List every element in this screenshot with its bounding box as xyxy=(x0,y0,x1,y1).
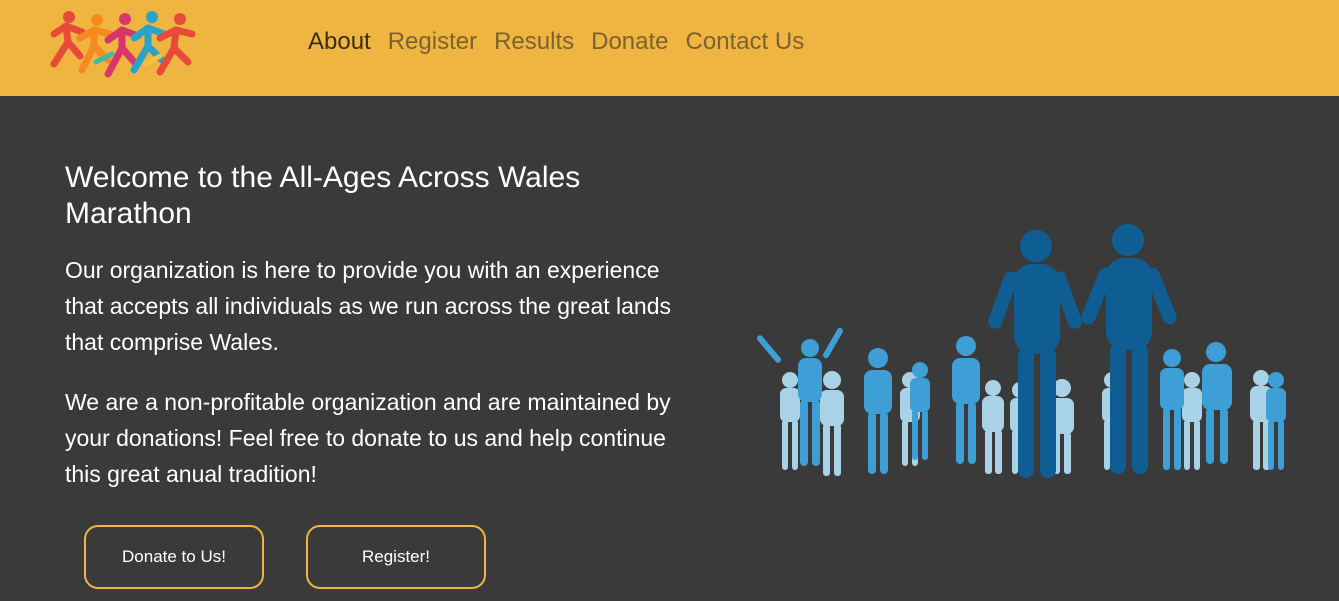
nav-register[interactable]: Register xyxy=(388,26,477,58)
nav-donate[interactable]: Donate xyxy=(591,26,668,58)
runners-crowd-icon xyxy=(757,224,1286,478)
donate-button[interactable]: Donate to Us! xyxy=(84,525,264,589)
nav-about[interactable]: About xyxy=(308,26,371,58)
page-title: Welcome to the All-Ages Across Wales Mar… xyxy=(65,161,581,230)
intro-paragraph: Our organization is here to provide you … xyxy=(65,257,671,355)
runners-logo-icon[interactable] xyxy=(36,4,201,82)
main-nav: About Register Results Donate Contact Us xyxy=(308,26,821,58)
site-header: About Register Results Donate Contact Us xyxy=(0,0,1339,96)
nav-results[interactable]: Results xyxy=(494,26,574,58)
register-button[interactable]: Register! xyxy=(306,525,486,589)
hero-section: Welcome to the All-Ages Across Wales Mar… xyxy=(0,96,1339,601)
nav-contact-us[interactable]: Contact Us xyxy=(686,26,805,58)
donation-paragraph: We are a non-profitable organization and… xyxy=(65,389,671,487)
